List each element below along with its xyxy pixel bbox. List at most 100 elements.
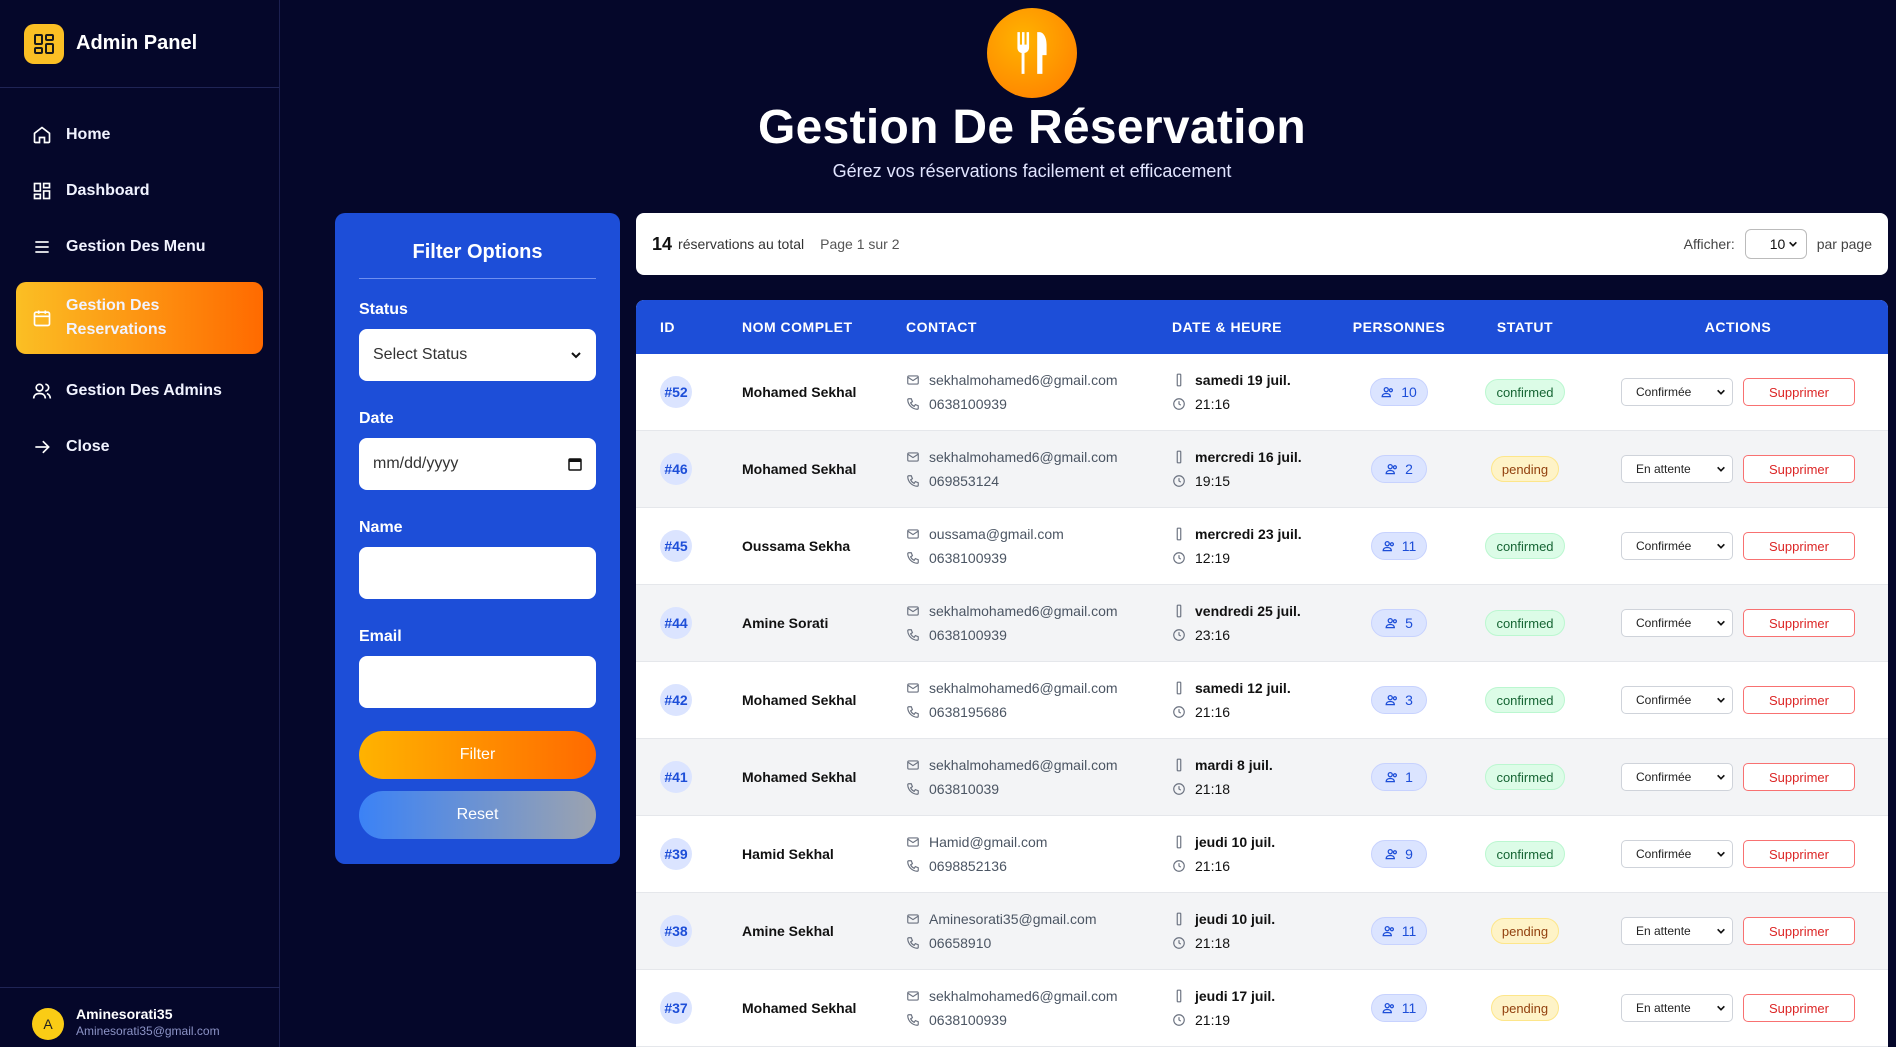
- sidebar-item-close[interactable]: Close: [16, 426, 263, 468]
- table-row: #37 Mohamed Sekhal sekhalmohamed6@gmail.co…: [636, 970, 1888, 1047]
- reservation-id: #39: [660, 838, 692, 870]
- sidebar-item-admins[interactable]: Gestion Des Admins: [16, 370, 263, 412]
- cell-name: Amine Sekhal: [742, 923, 834, 939]
- cell-date: jeudi 17 juil. 21:19: [1172, 984, 1336, 1032]
- contact-phone: 069853124: [906, 469, 1172, 493]
- status-badge: pending: [1490, 456, 1560, 482]
- cell-date: mercredi 23 juil. 12:19: [1172, 522, 1336, 570]
- status-action-select[interactable]: En attente: [1621, 455, 1733, 483]
- persons-badge: 2: [1371, 455, 1427, 483]
- total-count-text: réservations au total: [678, 236, 805, 252]
- arrow-right-icon: [35, 440, 50, 454]
- clock-icon: [1173, 783, 1185, 795]
- status-action-select[interactable]: Confirmée: [1621, 763, 1733, 791]
- reservation-id: #42: [660, 684, 692, 716]
- mail-icon: [907, 991, 919, 1001]
- delete-button[interactable]: Supprimer: [1743, 378, 1855, 406]
- cell-name: Mohamed Sekhal: [742, 1000, 857, 1016]
- cell-actions: Confirmée Supprimer: [1588, 532, 1888, 560]
- mail-icon: [907, 606, 919, 616]
- delete-button[interactable]: Supprimer: [1743, 840, 1855, 868]
- user-profile[interactable]: A Aminesorati35 Aminesorati35@gmail.com: [0, 987, 280, 1047]
- delete-button[interactable]: Supprimer: [1743, 763, 1855, 791]
- filter-button[interactable]: Filter: [359, 731, 596, 779]
- delete-button[interactable]: Supprimer: [1743, 532, 1855, 560]
- reservation-time: 19:15: [1172, 469, 1336, 493]
- mail-icon: [907, 914, 919, 924]
- status-action-select[interactable]: Confirmée: [1621, 840, 1733, 868]
- status-action-select[interactable]: Confirmée: [1621, 609, 1733, 637]
- name-input[interactable]: [359, 547, 596, 599]
- status-action-select[interactable]: Confirmée: [1621, 378, 1733, 406]
- reservation-time: 21:19: [1172, 1008, 1336, 1032]
- sidebar-item-menu[interactable]: Gestion Des Menu: [16, 226, 263, 268]
- people-icon: [1385, 771, 1398, 783]
- sidebar-item-home[interactable]: Home: [16, 114, 263, 156]
- status-action-select[interactable]: Confirmée: [1621, 686, 1733, 714]
- phone-icon: [907, 475, 919, 487]
- reset-button[interactable]: Reset: [359, 791, 596, 839]
- reservation-date: mercredi 16 juil.: [1172, 445, 1336, 469]
- cell-name: Amine Sorati: [742, 615, 829, 631]
- phone-text: 0638100939: [929, 396, 1007, 412]
- status-action-select[interactable]: En attente: [1621, 994, 1733, 1022]
- delete-button[interactable]: Supprimer: [1743, 686, 1855, 714]
- cell-persons: 10: [1336, 378, 1462, 406]
- col-actions: ACTIONS: [1704, 319, 1772, 335]
- status-select[interactable]: Select Status: [359, 329, 596, 381]
- filter-title: Filter Options: [359, 241, 596, 279]
- chevron-down-icon: [1717, 620, 1725, 626]
- status-action-select[interactable]: Confirmée: [1621, 532, 1733, 560]
- cell-persons: 2: [1336, 455, 1462, 483]
- sidebar-item-reservations[interactable]: Gestion Des Reservations: [16, 282, 263, 354]
- col-status: STATUT: [1496, 319, 1554, 335]
- delete-button[interactable]: Supprimer: [1743, 994, 1855, 1022]
- chevron-down-icon: [1717, 851, 1725, 857]
- reservation-id: #46: [660, 453, 692, 485]
- cell-id: #44: [636, 607, 742, 639]
- cell-date: samedi 19 juil. 21:16: [1172, 368, 1336, 416]
- email-input[interactable]: [359, 656, 596, 708]
- avatar: A: [32, 1008, 64, 1040]
- sidebar-item-label: Close: [66, 438, 110, 455]
- cell-id: #46: [636, 453, 742, 485]
- persons-badge: 1: [1371, 763, 1427, 791]
- phone-text: 0698852136: [929, 858, 1007, 874]
- delete-button[interactable]: Supprimer: [1743, 917, 1855, 945]
- reservation-time: 21:16: [1172, 854, 1336, 878]
- reservation-id: #45: [660, 530, 692, 562]
- delete-button[interactable]: Supprimer: [1743, 609, 1855, 637]
- cell-date: vendredi 25 juil. 23:16: [1172, 599, 1336, 647]
- table-row: #52 Mohamed Sekhal sekhalmohamed6@gmail.co…: [636, 354, 1888, 431]
- persons-count: 3: [1405, 692, 1413, 708]
- col-name: NOM COMPLET: [742, 319, 853, 335]
- date-label: Date: [359, 410, 394, 427]
- time-text: 21:16: [1195, 704, 1231, 720]
- cell-id: #41: [636, 761, 742, 793]
- email-text: sekhalmohamed6@gmail.com: [929, 372, 1118, 388]
- phone-text: 063810039: [929, 781, 1000, 797]
- status-action-select[interactable]: En attente: [1621, 917, 1733, 945]
- sidebar-item-dashboard[interactable]: Dashboard: [16, 170, 263, 212]
- page-indicator: Page 1 sur 2: [820, 236, 900, 252]
- cell-id: #42: [636, 684, 742, 716]
- contact-phone: 0638100939: [906, 392, 1172, 416]
- cell-contact: sekhalmohamed6@gmail.com 0638100939: [906, 599, 1172, 647]
- per-page-value: 10: [1769, 236, 1786, 252]
- date-input[interactable]: mm/dd/yyyy: [359, 438, 596, 490]
- utensils-icon: [987, 8, 1077, 98]
- reservation-time: 23:16: [1172, 623, 1336, 647]
- phone-icon: [907, 783, 919, 795]
- email-text: Aminesorati35@gmail.com: [929, 911, 1097, 927]
- status-badge: confirmed: [1485, 533, 1565, 559]
- calendar-picker-icon[interactable]: [568, 457, 582, 471]
- col-id: ID: [660, 319, 675, 335]
- calendar-small-icon: [1176, 912, 1182, 926]
- contact-phone: 0698852136: [906, 854, 1172, 878]
- contact-email: sekhalmohamed6@gmail.com: [906, 676, 1172, 700]
- cell-id: #45: [636, 530, 742, 562]
- people-icon: [1385, 848, 1398, 860]
- delete-button[interactable]: Supprimer: [1743, 455, 1855, 483]
- page-subtitle: Gérez vos réservations facilement et eff…: [832, 161, 1232, 181]
- per-page-select[interactable]: 10: [1744, 229, 1807, 259]
